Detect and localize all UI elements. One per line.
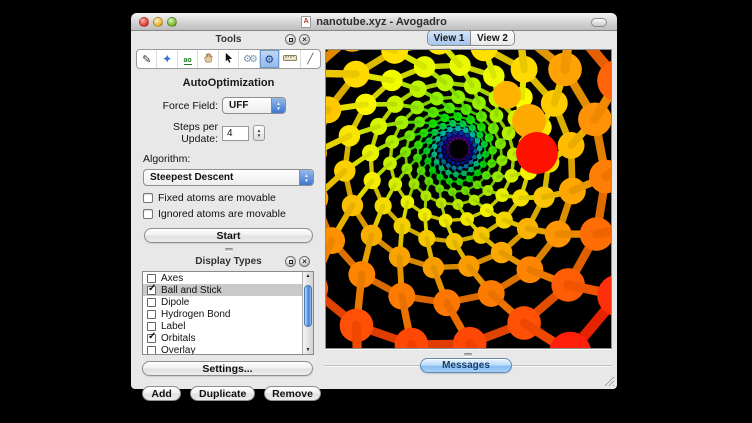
settings-button[interactable]: Settings... xyxy=(142,361,313,376)
tab-view-1[interactable]: View 1 xyxy=(428,31,471,45)
gear-icon: ⚙ xyxy=(264,53,274,66)
close-icon: × xyxy=(302,36,307,44)
toolbar-toggle-button[interactable] xyxy=(591,18,607,27)
tool-bond-centric-button[interactable]: ⚙⚙ xyxy=(239,50,259,68)
title-bar: A nanotube.xyz - Avogadro xyxy=(131,13,617,31)
tool-dock: Tools × ✎✦ao⚙⚙⚙╱ AutoOptimization Force … xyxy=(136,33,321,401)
algorithm-label: Algorithm: xyxy=(143,153,321,165)
fixed-atoms-checkbox-row: Fixed atoms are movable xyxy=(143,192,321,204)
ao-badge-icon: ao xyxy=(184,53,192,65)
add-button[interactable]: Add xyxy=(142,386,181,401)
ignored-atoms-label: Ignored atoms are movable xyxy=(158,208,286,220)
document-icon: A xyxy=(301,16,311,28)
display-type-label: Dipole xyxy=(161,297,189,308)
display-type-row[interactable]: Dipole xyxy=(143,296,313,308)
display-type-checkbox[interactable] xyxy=(147,274,156,283)
window-title: nanotube.xyz - Avogadro xyxy=(316,16,447,28)
tool-selector-bar: ✎✦ao⚙⚙⚙╱ xyxy=(136,49,321,69)
fixed-atoms-label: Fixed atoms are movable xyxy=(158,192,276,204)
display-type-checkbox[interactable] xyxy=(147,310,156,319)
float-icon xyxy=(289,38,293,42)
display-close-button[interactable]: × xyxy=(299,256,310,267)
ignored-atoms-checkbox[interactable] xyxy=(143,209,153,219)
close-icon: × xyxy=(302,258,307,266)
tool-draw-button[interactable]: ✎ xyxy=(137,50,157,68)
tool-measure-button[interactable] xyxy=(280,50,300,68)
screen: A nanotube.xyz - Avogadro Tools × ✎✦ao⚙⚙… xyxy=(0,0,752,423)
splitter-handle-icon xyxy=(225,248,233,251)
algorithm-select[interactable]: Steepest Descent ▲▼ xyxy=(143,169,314,186)
display-type-checkbox[interactable] xyxy=(147,322,156,331)
tool-auto-optimize-button[interactable]: ⚙ xyxy=(260,50,280,68)
fixed-atoms-checkbox[interactable] xyxy=(143,193,153,203)
display-type-row[interactable]: Hydrogen Bond xyxy=(143,308,313,320)
remove-button[interactable]: Remove xyxy=(264,386,321,401)
four-point-star-icon: ✦ xyxy=(162,52,172,66)
scroll-down-icon[interactable]: ▼ xyxy=(303,347,313,353)
display-type-row[interactable]: ✓ Orbitals xyxy=(143,332,313,344)
view-tabs: View 1View 2 xyxy=(427,30,515,46)
gl-viewport[interactable] xyxy=(325,49,612,349)
tools-float-button[interactable] xyxy=(285,34,296,45)
display-type-checkbox[interactable]: ✓ xyxy=(147,334,156,343)
scrollbar-thumb[interactable] xyxy=(304,285,312,327)
display-type-row[interactable]: ✓ Ball and Stick xyxy=(143,284,313,296)
scroll-up-icon[interactable]: ▲ xyxy=(303,273,313,279)
display-type-label: Axes xyxy=(161,273,183,284)
tab-view-2[interactable]: View 2 xyxy=(471,31,514,45)
display-type-label: Overlay xyxy=(161,345,195,356)
avogadro-window: A nanotube.xyz - Avogadro Tools × ✎✦ao⚙⚙… xyxy=(131,13,617,389)
tools-close-button[interactable]: × xyxy=(299,34,310,45)
display-type-row[interactable]: Axes xyxy=(143,272,313,284)
combo-stepper-icon: ▲▼ xyxy=(299,170,313,185)
checkmark-icon: ✓ xyxy=(148,331,156,342)
hand-icon xyxy=(203,52,214,66)
display-type-label: Label xyxy=(161,321,185,332)
display-type-checkbox[interactable] xyxy=(147,346,156,355)
cursor-arrow-icon xyxy=(223,52,234,66)
force-field-select[interactable]: UFF ▲▼ xyxy=(222,97,286,114)
display-type-row[interactable]: Label xyxy=(143,320,313,332)
resize-grip[interactable] xyxy=(602,374,615,387)
display-type-row[interactable]: Overlay xyxy=(143,344,313,355)
combo-stepper-icon: ▲▼ xyxy=(271,98,285,113)
pencil-icon: ✎ xyxy=(142,53,151,66)
tool-align-button[interactable]: ╱ xyxy=(301,50,320,68)
panel-splitter[interactable] xyxy=(136,243,321,255)
tools-panel-header: Tools × xyxy=(136,33,321,46)
display-float-button[interactable] xyxy=(285,256,296,267)
force-field-label: Force Field: xyxy=(136,100,222,112)
messages-button[interactable]: Messages xyxy=(420,358,512,373)
display-types-list: Axes ✓ Ball and StickDipoleHydrogen BondLa… xyxy=(142,271,314,355)
display-type-label: Orbitals xyxy=(161,333,195,344)
scrollbar[interactable]: ▲ ▼ xyxy=(302,272,313,354)
steps-per-update-input[interactable]: 4 xyxy=(222,126,249,141)
tool-manipulate-button[interactable] xyxy=(198,50,218,68)
ruler-icon xyxy=(283,53,297,65)
checkmark-icon: ✓ xyxy=(148,283,156,294)
start-button[interactable]: Start xyxy=(144,228,313,243)
tool-auto-rotate-button[interactable]: ao xyxy=(178,50,198,68)
messages-splitter-handle-icon xyxy=(464,353,472,356)
tool-settings-title: AutoOptimization xyxy=(136,77,321,89)
display-type-label: Hydrogen Bond xyxy=(161,309,231,320)
tool-selection-button[interactable] xyxy=(219,50,239,68)
steps-stepper[interactable]: ▲▼ xyxy=(253,125,265,141)
display-type-checkbox[interactable]: ✓ xyxy=(147,286,156,295)
display-type-checkbox[interactable] xyxy=(147,298,156,307)
steps-per-update-label: Steps per Update: xyxy=(136,121,222,145)
duplicate-button[interactable]: Duplicate xyxy=(190,386,255,401)
diagonal-line-icon: ╱ xyxy=(307,53,313,65)
display-type-label: Ball and Stick xyxy=(161,285,222,296)
ignored-atoms-checkbox-row: Ignored atoms are movable xyxy=(143,208,321,220)
float-icon xyxy=(289,260,293,264)
double-gear-icon: ⚙⚙ xyxy=(243,53,255,65)
tool-navigate-button[interactable]: ✦ xyxy=(157,50,177,68)
display-panel-header: Display Types × xyxy=(136,255,321,268)
